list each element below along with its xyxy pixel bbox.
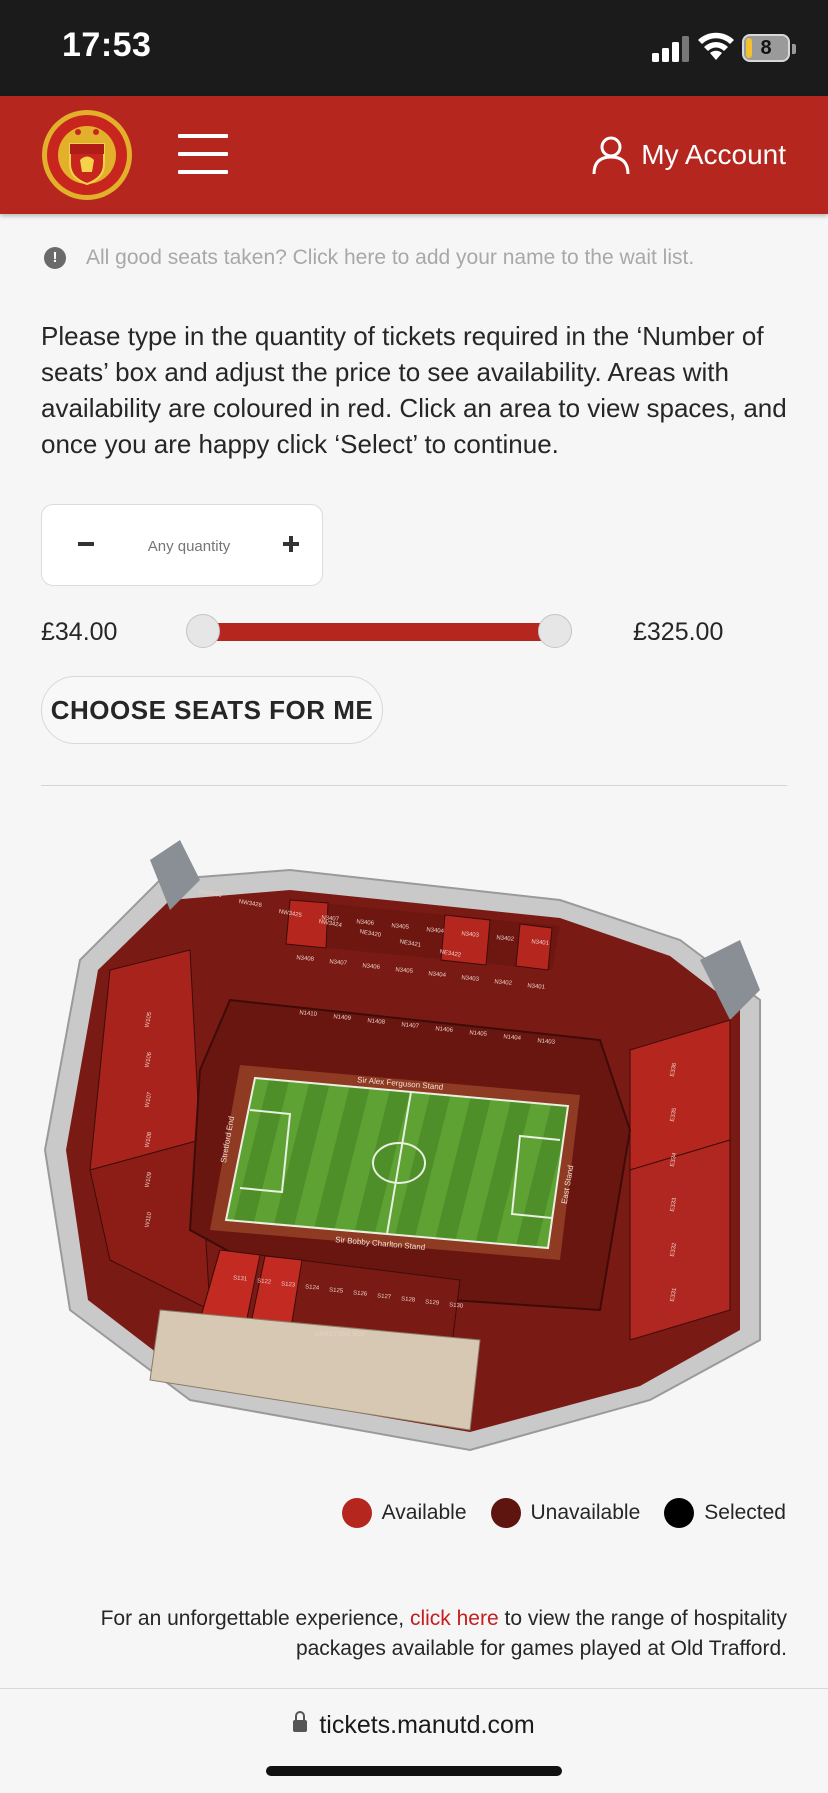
hospitality-link[interactable]: click here	[410, 1607, 499, 1630]
south-section-label[interactable]: S127	[377, 1293, 392, 1300]
user-icon	[592, 136, 630, 175]
url-text: tickets.manutd.com	[319, 1711, 535, 1739]
decrease-quantity-button[interactable]	[72, 527, 106, 561]
unavailable-swatch	[490, 1498, 521, 1528]
price-range-track	[200, 623, 556, 641]
directors-box-label: DIRECTORS BOX	[315, 1332, 365, 1338]
wifi-icon	[698, 32, 734, 60]
choose-seats-button[interactable]: CHOOSE SEATS FOR ME	[41, 676, 383, 744]
south-section-label[interactable]: S123	[281, 1281, 296, 1288]
battery-level: 8	[760, 37, 772, 59]
my-account-link[interactable]: My Account	[591, 132, 786, 178]
south-section-label[interactable]: S131	[233, 1275, 248, 1282]
quantity-input[interactable]	[122, 529, 256, 565]
price-max-label: £325.00	[633, 618, 724, 646]
quantity-stepper	[41, 504, 323, 586]
selected-swatch	[664, 1498, 695, 1528]
south-section-label[interactable]: S126	[353, 1290, 368, 1297]
signal-icon	[652, 36, 689, 62]
south-section-label[interactable]: S129	[425, 1299, 440, 1306]
battery-icon: 8	[742, 34, 796, 62]
south-section-label[interactable]: S124	[305, 1284, 320, 1291]
south-section-label[interactable]: S125	[329, 1287, 344, 1294]
lock-icon	[293, 1711, 308, 1732]
legend-item-available: Available	[341, 1498, 467, 1528]
instructions-text: Please type in the quantity of tickets r…	[41, 321, 787, 459]
legend-item-selected: Selected	[664, 1498, 786, 1528]
south-section-label[interactable]: S128	[401, 1296, 416, 1303]
hospitality-text: For an unforgettable experience, click h…	[100, 1607, 787, 1660]
club-crest-logo[interactable]	[40, 108, 134, 202]
divider	[41, 785, 787, 786]
info-icon: !	[44, 247, 66, 269]
legend-item-unavailable: Unavailable	[490, 1498, 640, 1528]
price-range-slider[interactable]	[186, 614, 572, 650]
home-indicator[interactable]	[266, 1766, 562, 1776]
price-min-handle[interactable]	[186, 614, 220, 648]
clock: 17:53	[62, 26, 152, 64]
available-swatch	[341, 1498, 372, 1528]
status-bar: 17:53 8	[0, 0, 828, 96]
price-max-handle[interactable]	[538, 614, 572, 648]
seat-legend: Available Unavailable Selected	[318, 1498, 786, 1528]
site-header: My Account	[0, 96, 828, 214]
price-min-label: £34.00	[41, 618, 118, 646]
south-section-label[interactable]: S130	[449, 1302, 464, 1309]
east-stand-upper[interactable]	[629, 1019, 731, 1341]
menu-icon[interactable]	[178, 134, 228, 174]
my-account-label: My Account	[641, 139, 786, 170]
stadium-seat-map[interactable]: Sir Alex Ferguson Stand Sir Bobby Charlt…	[40, 840, 790, 1460]
south-section-label[interactable]: S122	[257, 1278, 272, 1285]
increase-quantity-button[interactable]	[274, 527, 308, 561]
waitlist-text: All good seats taken? Click here to add …	[86, 246, 695, 269]
waitlist-link[interactable]: ! All good seats taken? Click here to ad…	[44, 246, 694, 270]
browser-url-bar[interactable]: tickets.manutd.com	[0, 1688, 828, 1793]
